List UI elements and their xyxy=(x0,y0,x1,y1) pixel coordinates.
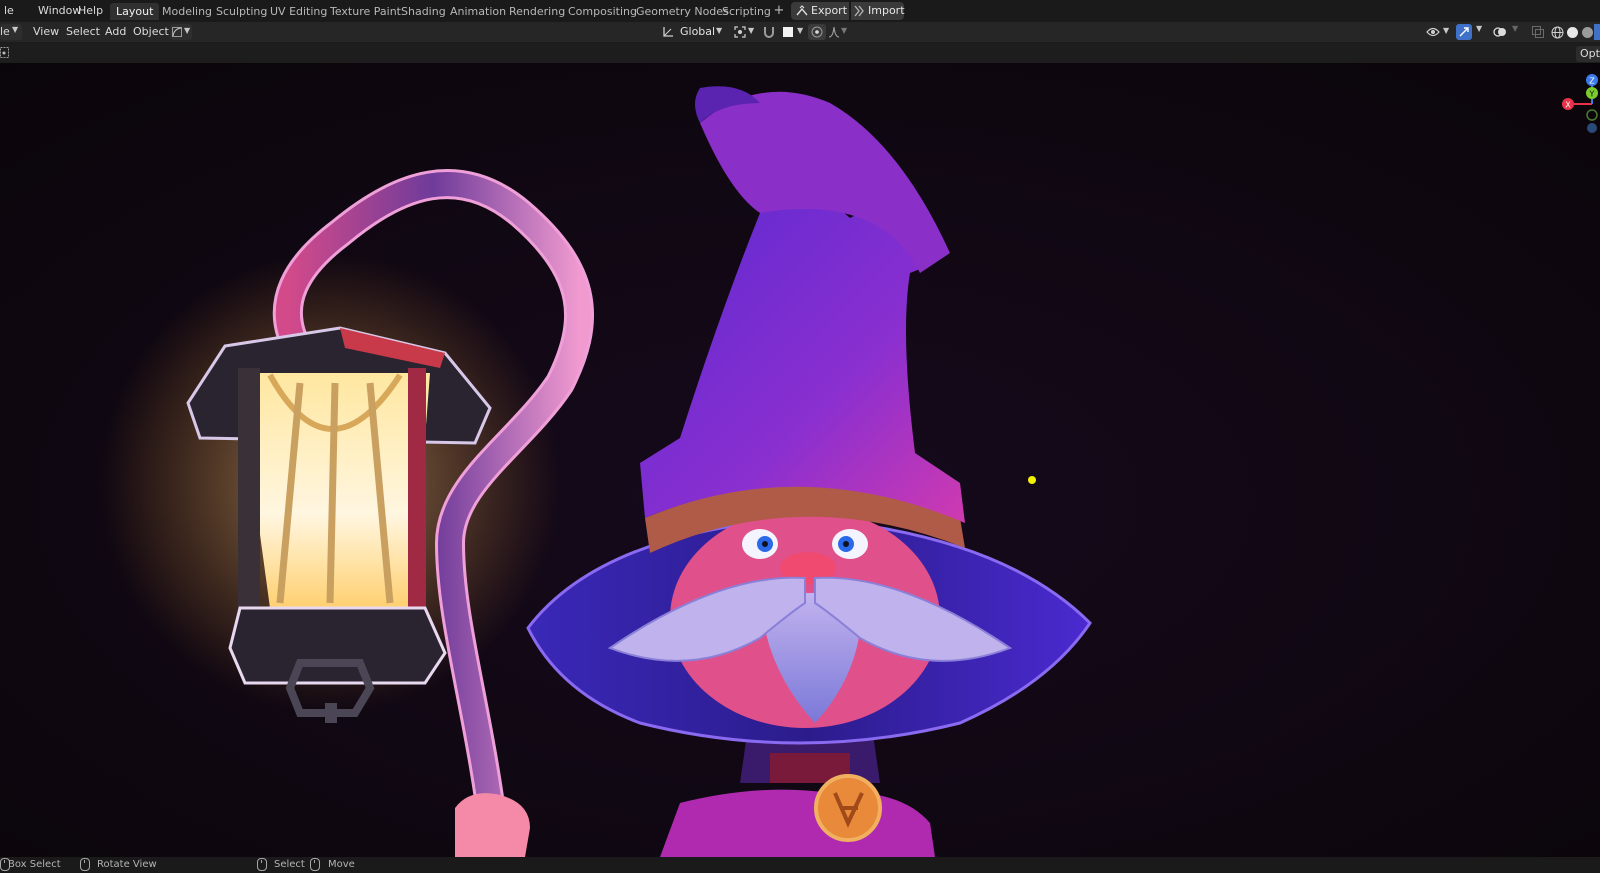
mode-dropdown[interactable]: le ▼ xyxy=(0,24,22,40)
axis-x-label: X xyxy=(1565,101,1571,110)
tab-layout[interactable]: Layout xyxy=(110,3,160,20)
tab-scripting[interactable]: Scripting xyxy=(716,3,777,20)
tab-animation[interactable]: Animation xyxy=(444,3,512,20)
mouse-middle-icon xyxy=(80,858,90,871)
import-icon xyxy=(854,5,864,17)
status-bar: Box Select Rotate View Select Move xyxy=(0,857,1600,873)
overlays-toggle[interactable] xyxy=(1492,24,1508,40)
snap-magnet-icon[interactable] xyxy=(762,25,776,39)
export-label: Export xyxy=(811,4,848,17)
axis-neg-z-icon[interactable] xyxy=(1587,123,1597,133)
overlays-dropdown-chevron[interactable]: ▼ xyxy=(1512,24,1518,33)
chevron-down-icon: ▼ xyxy=(716,26,723,35)
options-tab[interactable]: Options xyxy=(1576,46,1600,62)
orientation-label: Global xyxy=(680,25,716,38)
mouse-right-icon xyxy=(310,858,320,871)
select-box-tool-icon[interactable] xyxy=(0,46,10,60)
orientation-axis-icon xyxy=(663,27,673,37)
menu-select[interactable]: Select xyxy=(66,24,100,40)
axis-z-label: Z xyxy=(1589,77,1595,86)
3d-viewport[interactable]: X Y Z xyxy=(0,63,1600,857)
navigation-gizmo[interactable]: X Y Z xyxy=(1558,71,1600,136)
export-icon xyxy=(796,5,808,16)
menu-add[interactable]: Add xyxy=(105,24,126,40)
xray-icon[interactable] xyxy=(1532,26,1544,38)
menu-file[interactable]: le xyxy=(0,3,18,19)
status-move: Move xyxy=(328,859,355,870)
menu-help[interactable]: Help xyxy=(74,3,107,19)
menu-object[interactable]: Object xyxy=(133,24,169,40)
chevron-down-icon: ▼ xyxy=(748,26,755,35)
gizmo-dropdown-chevron[interactable]: ▼ xyxy=(1476,24,1482,33)
snap-increment-icon xyxy=(783,27,793,37)
status-box-select: Box Select xyxy=(8,859,61,870)
export-button[interactable]: Export xyxy=(791,2,849,20)
viewport-header: le ▼ View Select Add Object ▼ Global ▼ ▼… xyxy=(0,22,1600,43)
add-workspace-button[interactable]: + xyxy=(772,3,786,19)
material-preview-icon[interactable] xyxy=(1581,26,1594,39)
object-mode-options-dropdown[interactable]: ▼ xyxy=(170,24,192,40)
proportional-editing-toggle[interactable] xyxy=(808,24,826,40)
axis-neg-y-icon[interactable] xyxy=(1586,109,1598,121)
proportional-editing-icon xyxy=(811,26,823,38)
transform-orientation-dropdown[interactable]: Global ▼ xyxy=(659,24,725,40)
axis-y-label: Y xyxy=(1589,90,1595,99)
menu-view[interactable]: View xyxy=(33,24,59,40)
status-rotate-view: Rotate View xyxy=(97,859,157,870)
pivot-point-dropdown[interactable]: ▼ xyxy=(733,24,757,40)
mouse-left-icon xyxy=(257,858,267,871)
chevron-down-icon: ▼ xyxy=(12,25,19,34)
import-label: Import xyxy=(868,4,905,17)
chevron-down-icon: ▼ xyxy=(841,26,848,35)
light-object-dot[interactable] xyxy=(1028,476,1036,484)
tab-rendering[interactable]: Rendering xyxy=(503,3,571,20)
rendered-shading-button[interactable] xyxy=(1594,24,1600,40)
falloff-curve-icon xyxy=(828,26,840,38)
mode-label: le xyxy=(0,25,10,38)
top-bar: le Window Help Layout Modeling Sculpting… xyxy=(0,0,1600,22)
status-select: Select xyxy=(274,859,305,870)
eye-icon xyxy=(1426,27,1440,37)
tab-modeling[interactable]: Modeling xyxy=(156,3,218,20)
curve-icon xyxy=(172,27,182,37)
chevron-down-icon: ▼ xyxy=(1443,26,1450,35)
import-button[interactable]: Import xyxy=(851,2,905,20)
axis-gizmo-svg: X Y Z xyxy=(1562,74,1598,133)
visibility-dropdown[interactable]: ▼ xyxy=(1425,24,1453,40)
wireframe-shading-icon[interactable] xyxy=(1551,26,1564,39)
viewport-render xyxy=(0,63,1600,857)
tab-uv-editing[interactable]: UV Editing xyxy=(264,3,333,20)
pivot-icon xyxy=(734,26,746,38)
gizmo-toggle[interactable] xyxy=(1456,24,1472,40)
gizmo-icon xyxy=(1459,27,1469,37)
chevron-down-icon: ▼ xyxy=(797,26,804,35)
solid-shading-icon[interactable] xyxy=(1566,26,1579,39)
overlays-icon xyxy=(1493,27,1506,37)
snap-target-dropdown[interactable]: ▼ xyxy=(780,24,806,40)
proportional-falloff-dropdown[interactable]: ▼ xyxy=(828,24,850,40)
chevron-down-icon: ▼ xyxy=(184,26,191,35)
tool-settings-strip xyxy=(0,43,1600,63)
